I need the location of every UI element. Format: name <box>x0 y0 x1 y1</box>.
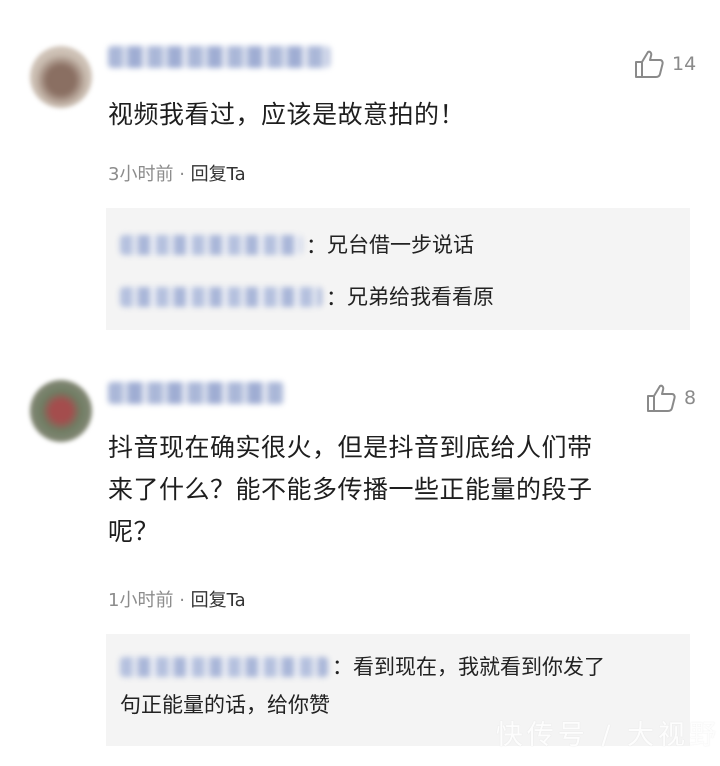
username-blurred[interactable] <box>108 46 330 68</box>
reply-text-line: 句正能量的话，给你赞 <box>120 693 330 717</box>
reply-item[interactable]: ： 兄台借一步说话 <box>120 226 474 264</box>
reply-button[interactable]: 回复Ta <box>191 590 246 611</box>
comment-text: 视频我看过，应该是故意拍的！ <box>108 100 466 129</box>
reply-item[interactable]: ： 看到现在，我就看到你发了 <box>120 648 605 686</box>
thumbs-up-icon <box>647 384 676 412</box>
reply-text: 兄弟给我看看原 <box>347 285 494 309</box>
reply-item-continuation: 句正能量的话，给你赞 <box>120 686 330 724</box>
meta-separator: · <box>179 164 185 185</box>
comment-text: 抖音现在确实很火，但是抖音到底给人们带 来了什么？能不能多传播一些正能量的段子 … <box>108 427 593 553</box>
reply-username-blurred[interactable] <box>120 287 322 307</box>
reply-separator: ： <box>306 234 327 258</box>
reply-button[interactable]: 回复Ta <box>191 164 246 185</box>
comment-meta: 3小时前 · 回复Ta <box>108 160 246 186</box>
reply-separator: ： <box>332 655 353 679</box>
like-button[interactable]: 14 <box>634 50 696 78</box>
username-blurred[interactable] <box>108 382 284 404</box>
like-count: 8 <box>684 387 697 409</box>
timestamp: 1小时前 <box>108 590 174 611</box>
reply-username-blurred[interactable] <box>120 657 328 677</box>
avatar[interactable] <box>30 380 92 442</box>
comment-text-line: 抖音现在确实很火，但是抖音到底给人们带 <box>108 433 593 462</box>
timestamp: 3小时前 <box>108 164 174 185</box>
thumbs-up-icon <box>635 50 664 78</box>
reply-username-blurred[interactable] <box>120 235 302 255</box>
like-button[interactable]: 8 <box>646 384 696 412</box>
watermark: 快传号 / 大视野 <box>495 720 720 751</box>
reply-thread[interactable]: ： 兄台借一步说话 ： 兄弟给我看看原 <box>106 208 690 330</box>
meta-separator: · <box>179 590 185 611</box>
avatar[interactable] <box>30 46 92 108</box>
reply-item[interactable]: ： 兄弟给我看看原 <box>120 278 494 316</box>
comment-text-line: 呢？ <box>108 517 160 546</box>
comment-meta: 1小时前 · 回复Ta <box>108 586 246 612</box>
reply-separator: ： <box>326 286 347 310</box>
reply-text-line: 看到现在，我就看到你发了 <box>353 655 605 679</box>
like-count: 14 <box>672 53 697 75</box>
comment-text-line: 来了什么？能不能多传播一些正能量的段子 <box>108 475 593 504</box>
reply-text: 兄台借一步说话 <box>327 233 474 257</box>
